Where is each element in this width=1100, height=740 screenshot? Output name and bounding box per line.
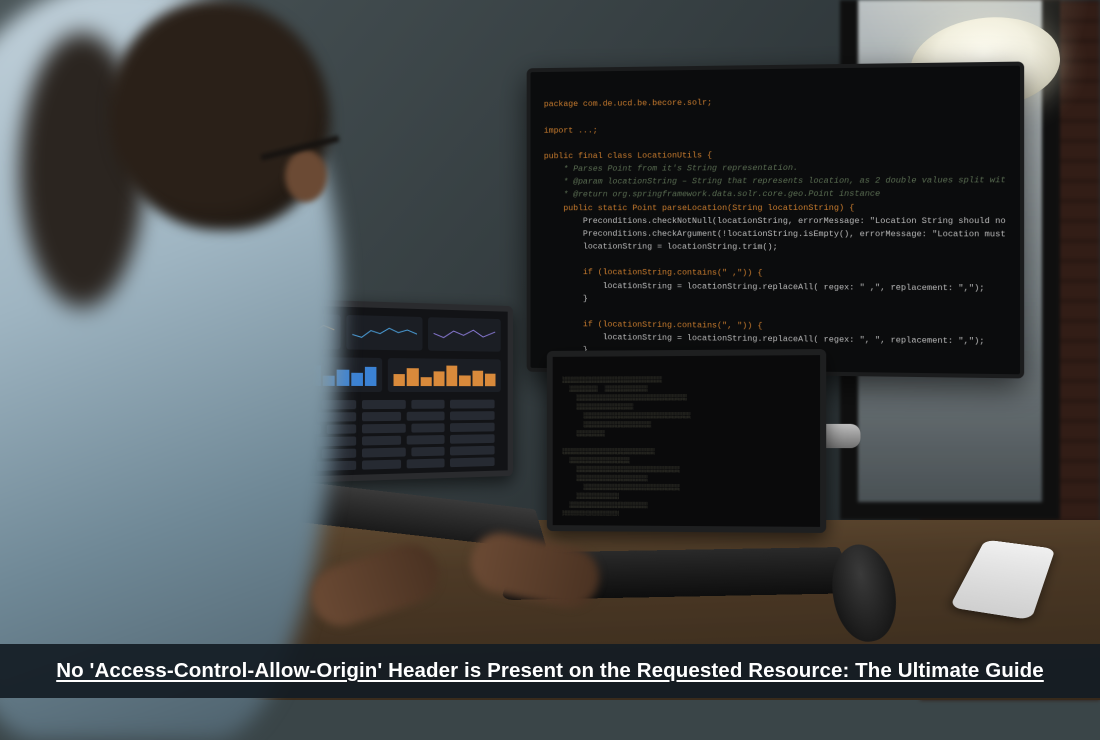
external-monitor: package com.de.ucd.be.becore.solr; impor… [527,62,1024,379]
code-editor: package com.de.ucd.be.becore.solr; impor… [544,80,1006,360]
dashboard-card [346,315,423,351]
person-ear [285,150,327,202]
caption-bar: No 'Access-Control-Allow-Origin' Header … [0,644,1100,698]
dashboard-barchart [388,358,501,392]
center-laptop-screen: ░░░░░░░░░░░░░░░░░░░░░░░░░░░░ ░░░░░░░░ ░░… [547,349,826,533]
dashboard-card [428,317,500,352]
photo-scene: package com.de.ucd.be.becore.solr; impor… [0,0,1100,700]
center-laptop-code: ░░░░░░░░░░░░░░░░░░░░░░░░░░░░ ░░░░░░░░ ░░… [562,365,809,516]
article-title-link[interactable]: No 'Access-Control-Allow-Origin' Header … [56,659,1044,683]
